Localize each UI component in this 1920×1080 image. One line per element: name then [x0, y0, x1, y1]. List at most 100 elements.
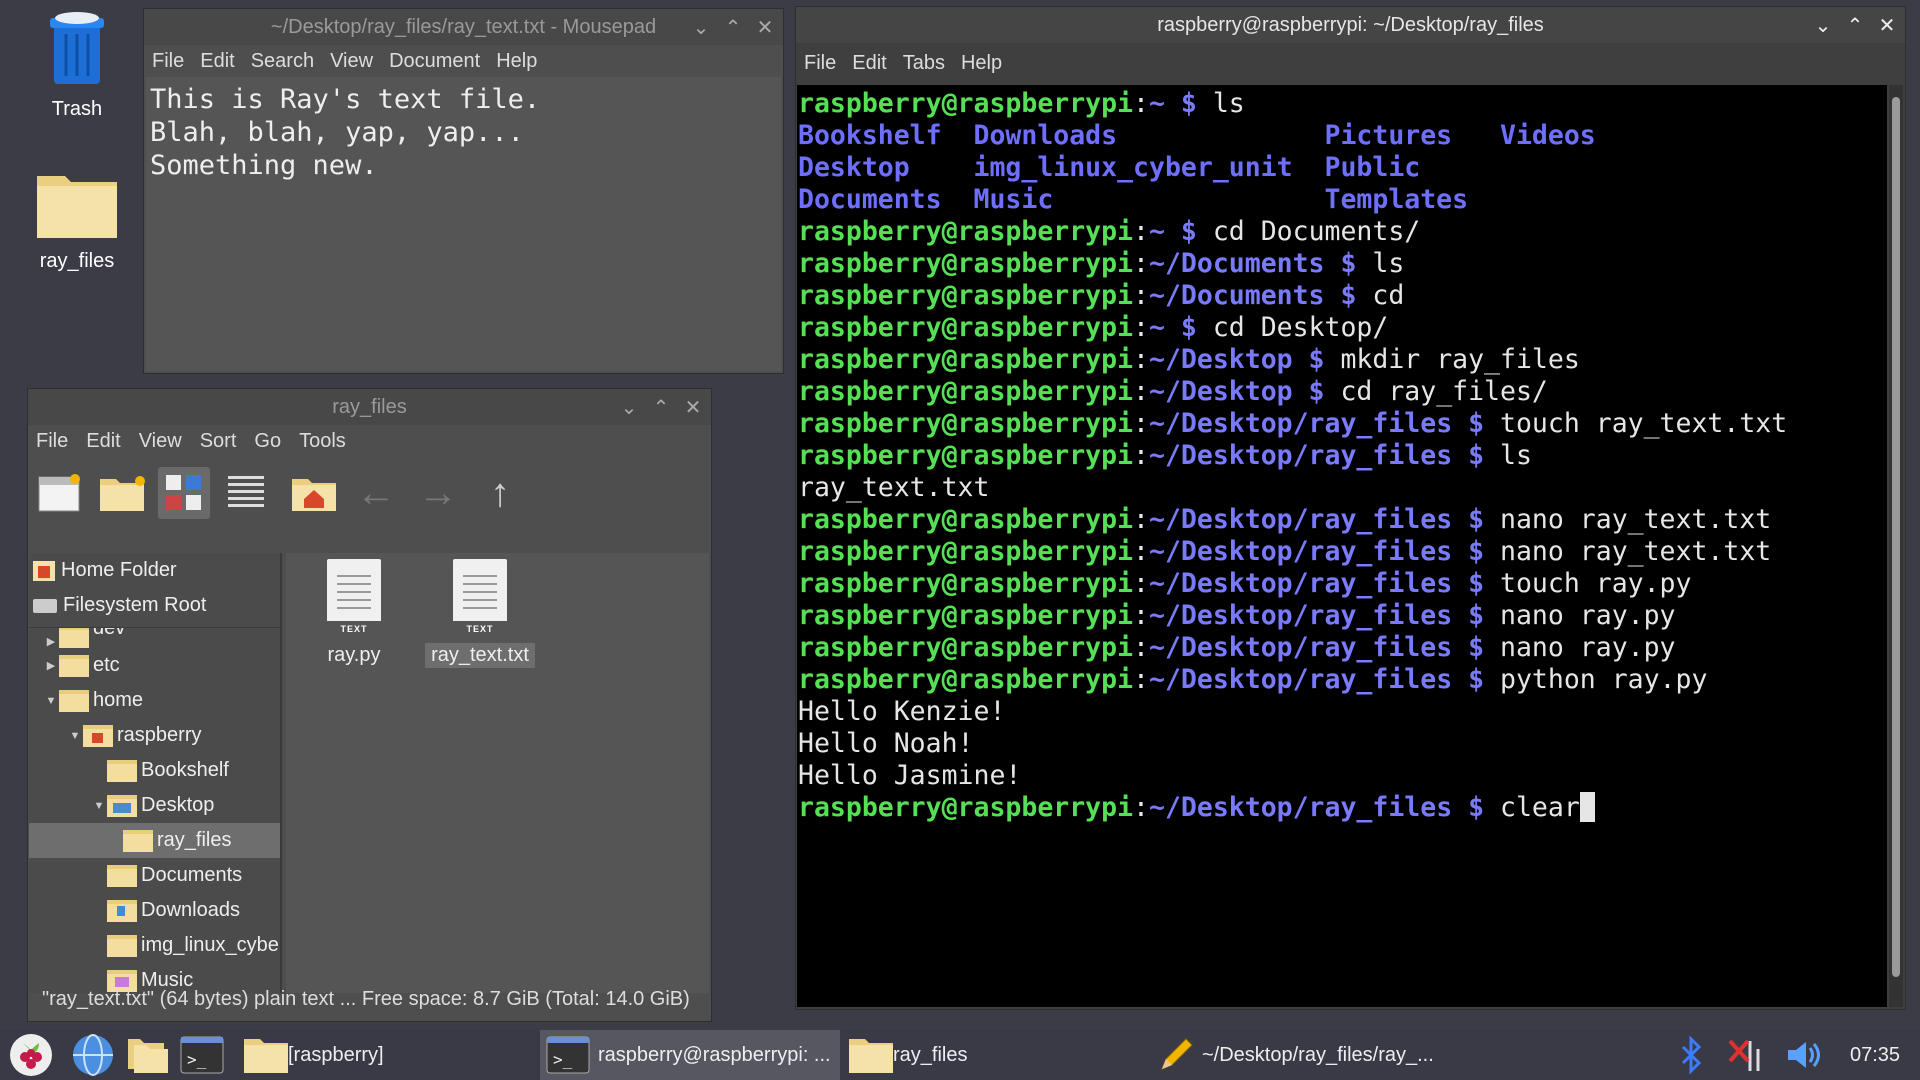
- window-title: ~/Desktop/ray_files/ray_text.txt - Mouse…: [270, 15, 657, 38]
- prompt-user: raspberry@raspberrypi: [798, 792, 1134, 823]
- folder-icon: [59, 628, 89, 648]
- terminal-output[interactable]: raspberry@raspberrypi:~ $ ls Bookshelf Do…: [797, 85, 1887, 1007]
- desktop-trash[interactable]: Trash: [22, 8, 132, 121]
- menu-file[interactable]: File: [36, 430, 68, 453]
- browser-launcher[interactable]: [70, 1030, 116, 1080]
- terminal-launcher[interactable]: >_: [178, 1030, 226, 1080]
- task-terminal[interactable]: >_ raspberry@raspberrypi: ...: [540, 1030, 840, 1080]
- home-icon: [33, 560, 55, 581]
- task-raspberry-folder[interactable]: [raspberry]: [238, 1030, 528, 1080]
- minimize-icon[interactable]: ⌄: [1813, 13, 1833, 38]
- tree-item-etc[interactable]: ▶ etc: [29, 648, 280, 683]
- menu-search[interactable]: Search: [251, 50, 314, 73]
- tree-label: ray_files: [157, 829, 232, 851]
- terminal-titlebar[interactable]: raspberry@raspberrypi: ~/Desktop/ray_fil…: [796, 7, 1905, 43]
- menu-help[interactable]: Help: [961, 52, 1002, 75]
- network-button[interactable]: [1724, 1030, 1768, 1080]
- tree-label: Desktop: [141, 794, 215, 816]
- menu-document[interactable]: Document: [389, 50, 480, 73]
- file-manager-launcher[interactable]: [124, 1030, 172, 1080]
- minimize-icon[interactable]: ⌄: [691, 15, 711, 40]
- mousepad-titlebar[interactable]: ~/Desktop/ray_files/ray_text.txt - Mouse…: [144, 9, 783, 45]
- desktop-folder-ray-files[interactable]: ray_files: [22, 168, 132, 273]
- tree-item-raspberry[interactable]: ▼ raspberry: [29, 718, 280, 753]
- tree-item-desktop[interactable]: ▼ Desktop: [29, 788, 280, 823]
- menu-help[interactable]: Help: [496, 50, 537, 73]
- close-icon[interactable]: ✕: [1877, 13, 1897, 38]
- terminal-icon: >_: [180, 1036, 224, 1074]
- filemanager-toolbar: ← → ↑: [28, 457, 711, 529]
- prompt-line: raspberry@raspberrypi:~/Desktop/ray_file…: [798, 408, 1788, 439]
- ls-output-row: Bookshelf Downloads Pictures Videos: [798, 120, 1887, 152]
- clock[interactable]: 07:35: [1845, 1030, 1905, 1080]
- terminal-scrollbar[interactable]: [1889, 85, 1903, 1007]
- network-disconnected-icon: [1728, 1039, 1760, 1071]
- bluetooth-button[interactable]: [1672, 1030, 1712, 1080]
- task-mousepad[interactable]: ~/Desktop/ray_files/ray_...: [1150, 1030, 1450, 1080]
- tree-item-dev[interactable]: ▶ dev: [29, 628, 280, 648]
- filemanager-titlebar[interactable]: ray_files ⌄ ⌃ ✕: [28, 389, 711, 425]
- prompt-line: raspberry@raspberrypi:~/Desktop/ray_file…: [798, 664, 1708, 695]
- tree-item-downloads[interactable]: Downloads: [29, 893, 280, 928]
- forward-button[interactable]: →: [412, 467, 464, 519]
- maximize-icon[interactable]: ⌃: [651, 395, 671, 420]
- new-folder-button[interactable]: [96, 467, 148, 519]
- chevron-down-icon: ▼: [93, 799, 105, 812]
- menu-tabs[interactable]: Tabs: [903, 52, 945, 75]
- new-window-button[interactable]: [34, 467, 86, 519]
- folder-icon: [37, 176, 117, 238]
- tree-item-img-linux[interactable]: img_linux_cybe: [29, 928, 280, 963]
- list-view-button[interactable]: [220, 467, 272, 519]
- chevron-right-icon: ▶: [46, 660, 56, 672]
- raspberry-menu-button[interactable]: [6, 1030, 56, 1080]
- back-button[interactable]: ←: [350, 467, 402, 519]
- prompt-user: raspberry@raspberrypi: [798, 312, 1134, 343]
- command-text: ls: [1356, 248, 1405, 279]
- home-button[interactable]: [288, 467, 340, 519]
- volume-button[interactable]: [1782, 1030, 1826, 1080]
- tree-label: raspberry: [117, 724, 202, 746]
- menu-go[interactable]: Go: [254, 430, 281, 453]
- text-editor-area[interactable]: This is Ray's text file. Blah, blah, yap…: [146, 77, 781, 371]
- close-icon[interactable]: ✕: [755, 15, 775, 40]
- prompt-line: raspberry@raspberrypi:~/Desktop/ray_file…: [798, 568, 1692, 599]
- prompt-path: ~/Desktop/ray_files $: [1149, 792, 1485, 823]
- menu-view[interactable]: View: [139, 430, 182, 453]
- menu-edit[interactable]: Edit: [200, 50, 234, 73]
- place-home-folder[interactable]: Home Folder: [29, 553, 280, 588]
- up-button[interactable]: ↑: [474, 467, 526, 519]
- directory-tree: ▶ dev ▶ etc ▼ home ▼ raspberry Bookshelf ▼ De…: [29, 627, 280, 993]
- prompt-line: raspberry@raspberrypi:~/Desktop/ray_file…: [798, 536, 1772, 567]
- task-ray-files[interactable]: ray_files: [843, 1030, 1133, 1080]
- tree-label: img_linux_cybe: [141, 934, 279, 956]
- svg-text:>_: >_: [187, 1050, 207, 1069]
- tree-item-home[interactable]: ▼ home: [29, 683, 280, 718]
- prompt-user: raspberry@raspberrypi: [798, 280, 1134, 311]
- menu-tools[interactable]: Tools: [299, 430, 346, 453]
- icon-view-button[interactable]: [158, 467, 210, 519]
- prompt-user: raspberry@raspberrypi: [798, 632, 1134, 663]
- menu-edit[interactable]: Edit: [852, 52, 886, 75]
- place-filesystem-root[interactable]: Filesystem Root: [29, 588, 280, 623]
- maximize-icon[interactable]: ⌃: [1845, 13, 1865, 38]
- filemanager-sidebar: Home Folder Filesystem Root ▶ dev ▶ etc ▼ h…: [29, 553, 282, 993]
- tree-item-ray-files[interactable]: ray_files: [29, 823, 280, 858]
- menu-file[interactable]: File: [152, 50, 184, 73]
- maximize-icon[interactable]: ⌃: [723, 15, 743, 40]
- file-item-ray-text[interactable]: TEXT ray_text.txt: [420, 559, 540, 668]
- menu-edit[interactable]: Edit: [86, 430, 120, 453]
- menu-view[interactable]: View: [330, 50, 373, 73]
- minimize-icon[interactable]: ⌄: [619, 395, 639, 420]
- menu-file[interactable]: File: [804, 52, 836, 75]
- new-window-icon: [38, 474, 80, 512]
- close-icon[interactable]: ✕: [683, 395, 703, 420]
- scrollbar-thumb[interactable]: [1892, 97, 1900, 977]
- tree-item-documents[interactable]: Documents: [29, 858, 280, 893]
- svg-text:>_: >_: [553, 1050, 573, 1069]
- prompt-path: ~/Desktop/ray_files $: [1149, 536, 1485, 567]
- menu-sort[interactable]: Sort: [200, 430, 237, 453]
- tree-item-bookshelf[interactable]: Bookshelf: [29, 753, 280, 788]
- file-view[interactable]: TEXT ray.py TEXT ray_text.txt: [286, 553, 709, 993]
- ls-output-row: Desktop img_linux_cyber_unit Public: [798, 152, 1887, 184]
- file-item-ray-py[interactable]: TEXT ray.py: [294, 559, 414, 668]
